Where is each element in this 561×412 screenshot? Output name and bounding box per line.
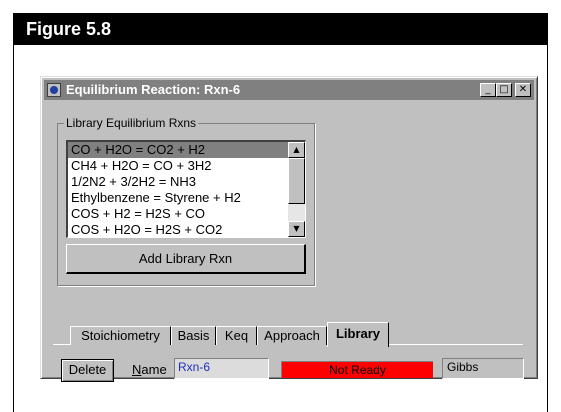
minimize-button[interactable]: _ — [480, 83, 496, 97]
library-reactions-list[interactable]: CO + H2O = CO2 + H2 CH4 + H2O = CO + 3H2 1… — [66, 140, 306, 238]
equilibrium-reaction-window: Equilibrium Reaction: Rxn-6 _ □ ✕ Librar… — [40, 76, 538, 382]
library-rxn-item[interactable]: CO + H2O = CO2 + H2 — [68, 142, 288, 158]
list-scrollbar[interactable]: ▲ ▼ — [288, 142, 305, 237]
window-title: Equilibrium Reaction: Rxn-6 — [66, 82, 241, 97]
app-icon[interactable] — [47, 83, 61, 97]
scroll-up-button[interactable]: ▲ — [288, 142, 305, 158]
add-library-rxn-button[interactable]: Add Library Rxn — [66, 244, 306, 274]
maximize-button[interactable]: □ — [496, 83, 512, 97]
scroll-down-button[interactable]: ▼ — [288, 221, 305, 237]
list-items: CO + H2O = CO2 + H2 CH4 + H2O = CO + 3H2 1… — [68, 142, 288, 238]
library-rxn-item[interactable]: Ethylbenzene = Styrene + H2 — [68, 190, 288, 206]
status-indicator: Not Ready — [281, 361, 433, 378]
library-rxn-item[interactable]: COS + H2 = H2S + CO — [68, 206, 288, 222]
reaction-type-field: Gibbs — [442, 358, 524, 379]
delete-button[interactable]: Delete — [61, 359, 114, 382]
scroll-thumb[interactable] — [288, 158, 305, 204]
name-label-hotkey: N — [132, 362, 142, 377]
library-rxn-item[interactable]: CH4 + H2O = CO + 3H2 — [68, 158, 288, 174]
tab-library[interactable]: Library — [327, 322, 389, 347]
name-label: Name — [132, 362, 167, 377]
library-group-label: Library Equilibrium Rxns — [64, 116, 199, 130]
title-bar[interactable]: Equilibrium Reaction: Rxn-6 _ □ ✕ — [44, 80, 534, 100]
library-rxn-item[interactable]: 1/2N2 + 3/2H2 = NH3 — [68, 174, 288, 190]
tab-approach[interactable]: Approach — [257, 326, 327, 345]
figure-title: Figure 5.8 — [13, 13, 548, 45]
tab-stoichiometry[interactable]: Stoichiometry — [70, 326, 171, 345]
library-group: Library Equilibrium Rxns CO + H2O = CO2 … — [57, 116, 315, 286]
name-label-rest: ame — [141, 362, 167, 377]
close-button[interactable]: ✕ — [515, 83, 531, 97]
name-input[interactable]: Rxn-6 — [174, 358, 269, 379]
library-rxn-item[interactable]: COS + H2O = H2S + CO2 — [68, 222, 288, 238]
tab-keq[interactable]: Keq — [216, 326, 257, 345]
tab-basis[interactable]: Basis — [171, 326, 216, 345]
